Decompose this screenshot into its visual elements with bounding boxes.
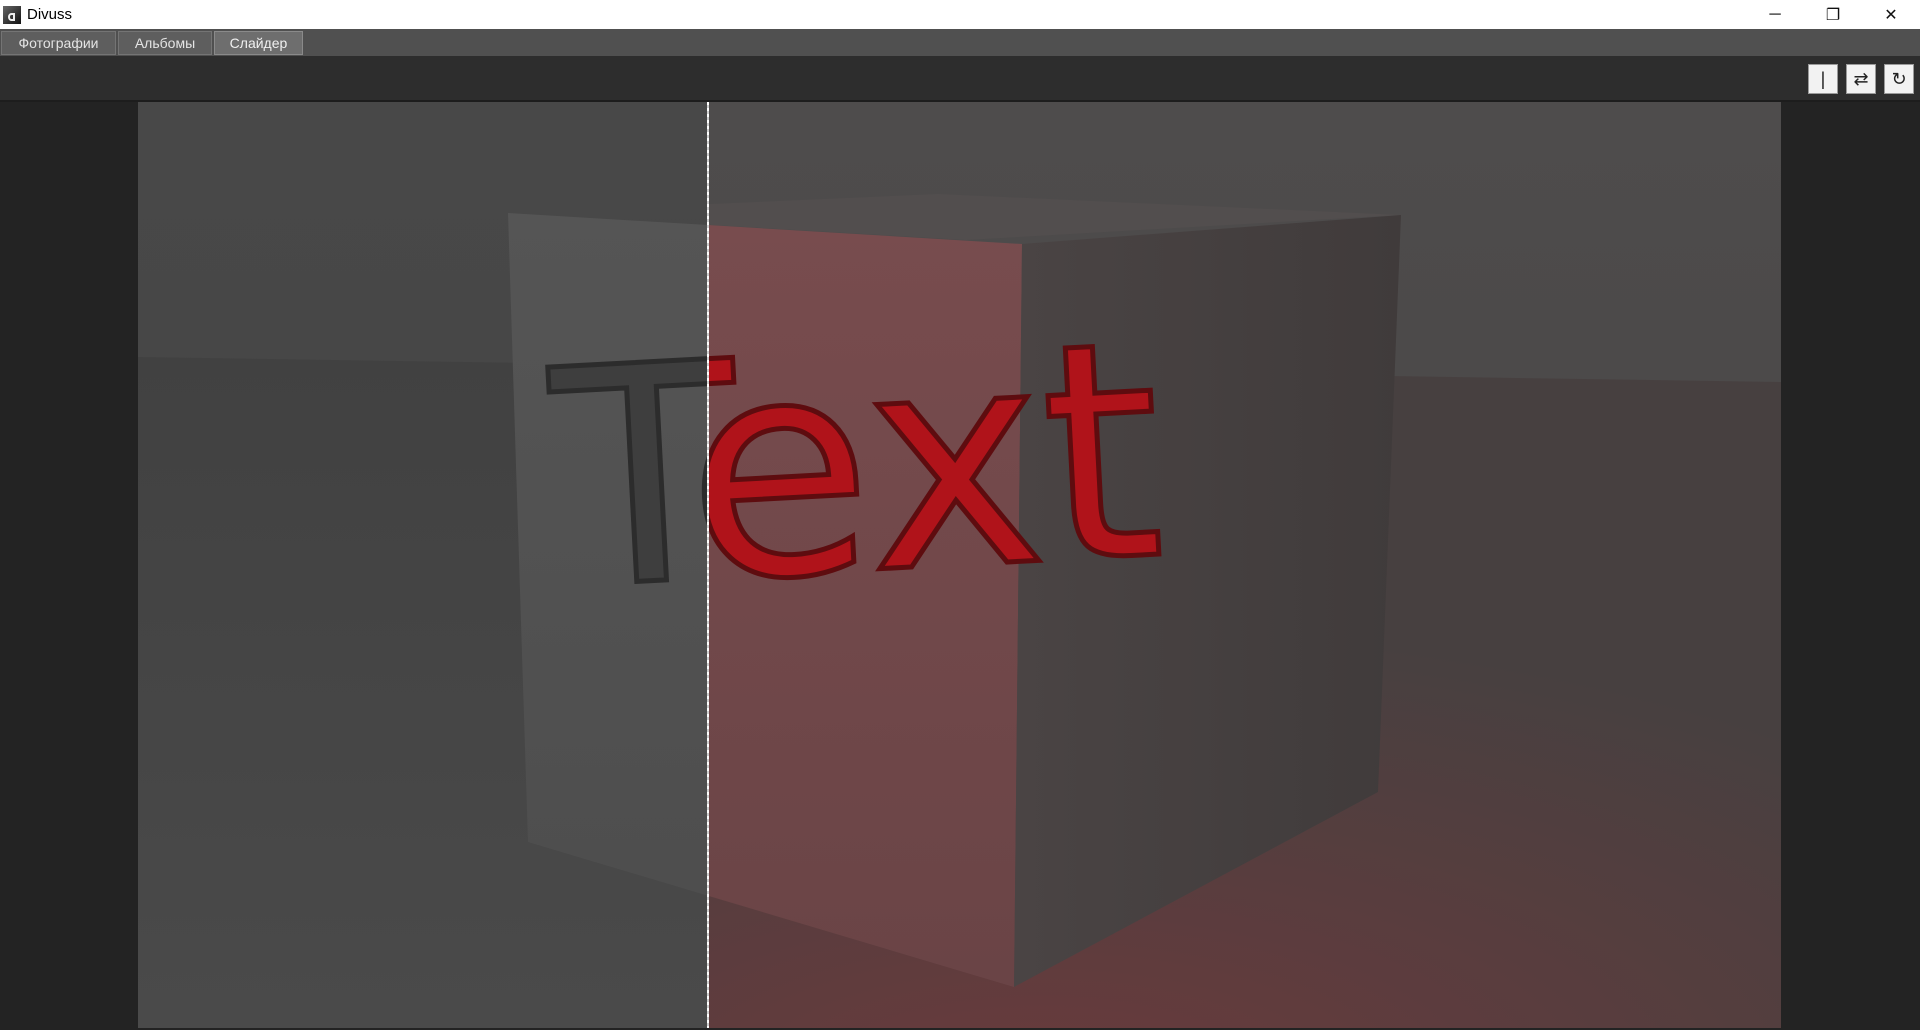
tab-photos[interactable]: Фотографии <box>1 31 116 55</box>
maximize-button[interactable]: ❐ <box>1804 0 1862 29</box>
app-icon <box>3 5 21 24</box>
comparison-image-area[interactable]: Text Te <box>138 102 1781 1028</box>
split-line-button[interactable]: | <box>1808 64 1838 94</box>
refresh-button[interactable]: ↻ <box>1884 64 1914 94</box>
slider-divider-handle[interactable] <box>707 102 709 1028</box>
tab-bar: Фотографии Альбомы Слайдер <box>0 29 1920 56</box>
minimize-button[interactable]: ─ <box>1746 0 1804 29</box>
toolbar: | ⇄ ↻ <box>0 56 1920 102</box>
divider-line-icon: | <box>1820 69 1826 89</box>
swap-images-button[interactable]: ⇄ <box>1846 64 1876 94</box>
title-bar: Divuss ─ ❐ ✕ <box>0 0 1920 29</box>
close-button[interactable]: ✕ <box>1862 0 1920 29</box>
window-title: Divuss <box>27 6 73 23</box>
refresh-icon: ↻ <box>1891 69 1907 89</box>
comparison-viewer: Text Te <box>0 102 1920 1030</box>
swap-arrows-icon: ⇄ <box>1853 69 1869 89</box>
tab-albums[interactable]: Альбомы <box>118 31 212 55</box>
tab-slider[interactable]: Слайдер <box>214 31 303 55</box>
window-controls: ─ ❐ ✕ <box>1746 0 1920 29</box>
